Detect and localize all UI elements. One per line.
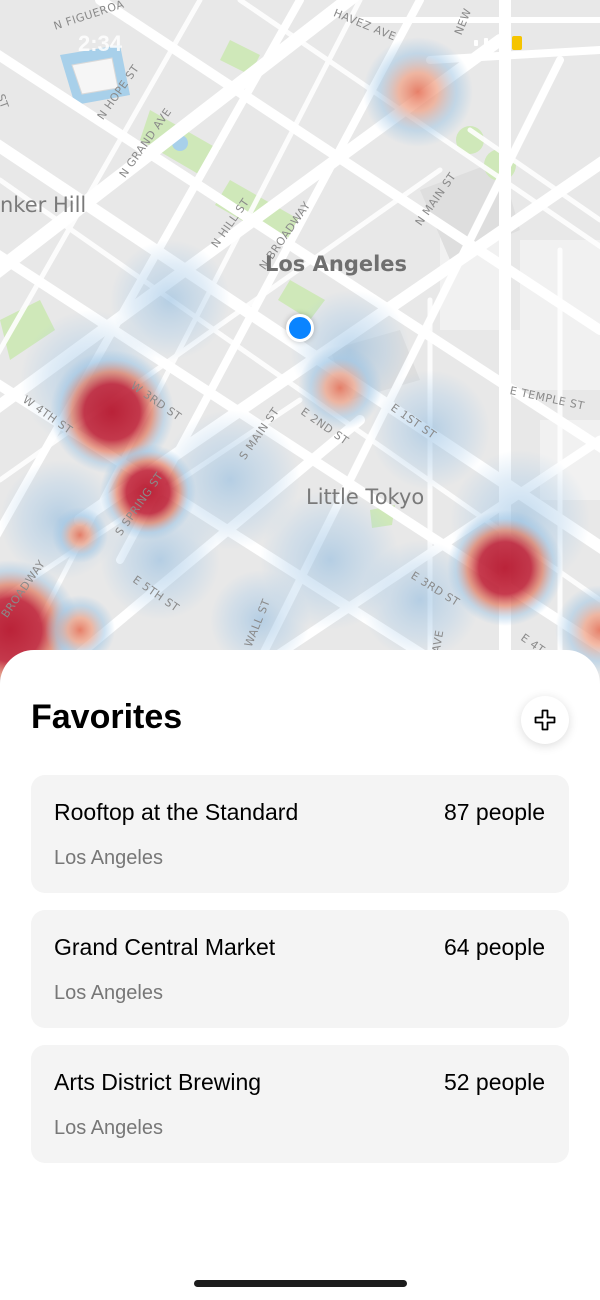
heatmap-map[interactable]: N FIGUEROA HAVEZ AVE NEW N HOPE ST N GRA… [0, 0, 600, 700]
favorites-title: Favorites [31, 698, 183, 736]
map-label-little-tokyo: Little Tokyo [306, 485, 425, 509]
favorite-name: Arts District Brewing [54, 1069, 262, 1095]
map-label-bunker-hill: nker Hill [0, 193, 87, 217]
favorite-card[interactable]: Arts District Brewing 52 people Los Ange… [31, 1045, 569, 1163]
favorite-people-count: 52 people [443, 1069, 545, 1095]
battery-icon [512, 36, 522, 50]
favorites-sheet: Favorites Rooftop at the Standard 87 peo… [0, 650, 600, 1300]
map-canvas [0, 0, 600, 700]
favorite-name: Rooftop at the Standard [54, 799, 299, 825]
user-location-dot [286, 314, 314, 342]
home-indicator[interactable] [194, 1280, 407, 1287]
status-icons [474, 36, 522, 50]
signal-icon [474, 40, 478, 46]
favorite-card[interactable]: Grand Central Market 64 people Los Angel… [31, 910, 569, 1028]
add-favorite-button[interactable] [521, 696, 569, 744]
favorite-city: Los Angeles [54, 982, 163, 1004]
signal-bar [484, 38, 488, 48]
favorite-name: Grand Central Market [54, 934, 276, 960]
app-screen: N FIGUEROA HAVEZ AVE NEW N HOPE ST N GRA… [0, 0, 600, 1300]
map-label-los-angeles: Los Angeles [265, 252, 408, 276]
favorite-city: Los Angeles [54, 1117, 163, 1139]
plus-icon [534, 709, 556, 731]
favorite-people-count: 87 people [443, 799, 545, 825]
favorite-card[interactable]: Rooftop at the Standard 87 people Los An… [31, 775, 569, 893]
favorite-people-count: 64 people [443, 934, 545, 960]
favorite-city: Los Angeles [54, 847, 163, 869]
status-time: 2:34 [78, 31, 123, 56]
